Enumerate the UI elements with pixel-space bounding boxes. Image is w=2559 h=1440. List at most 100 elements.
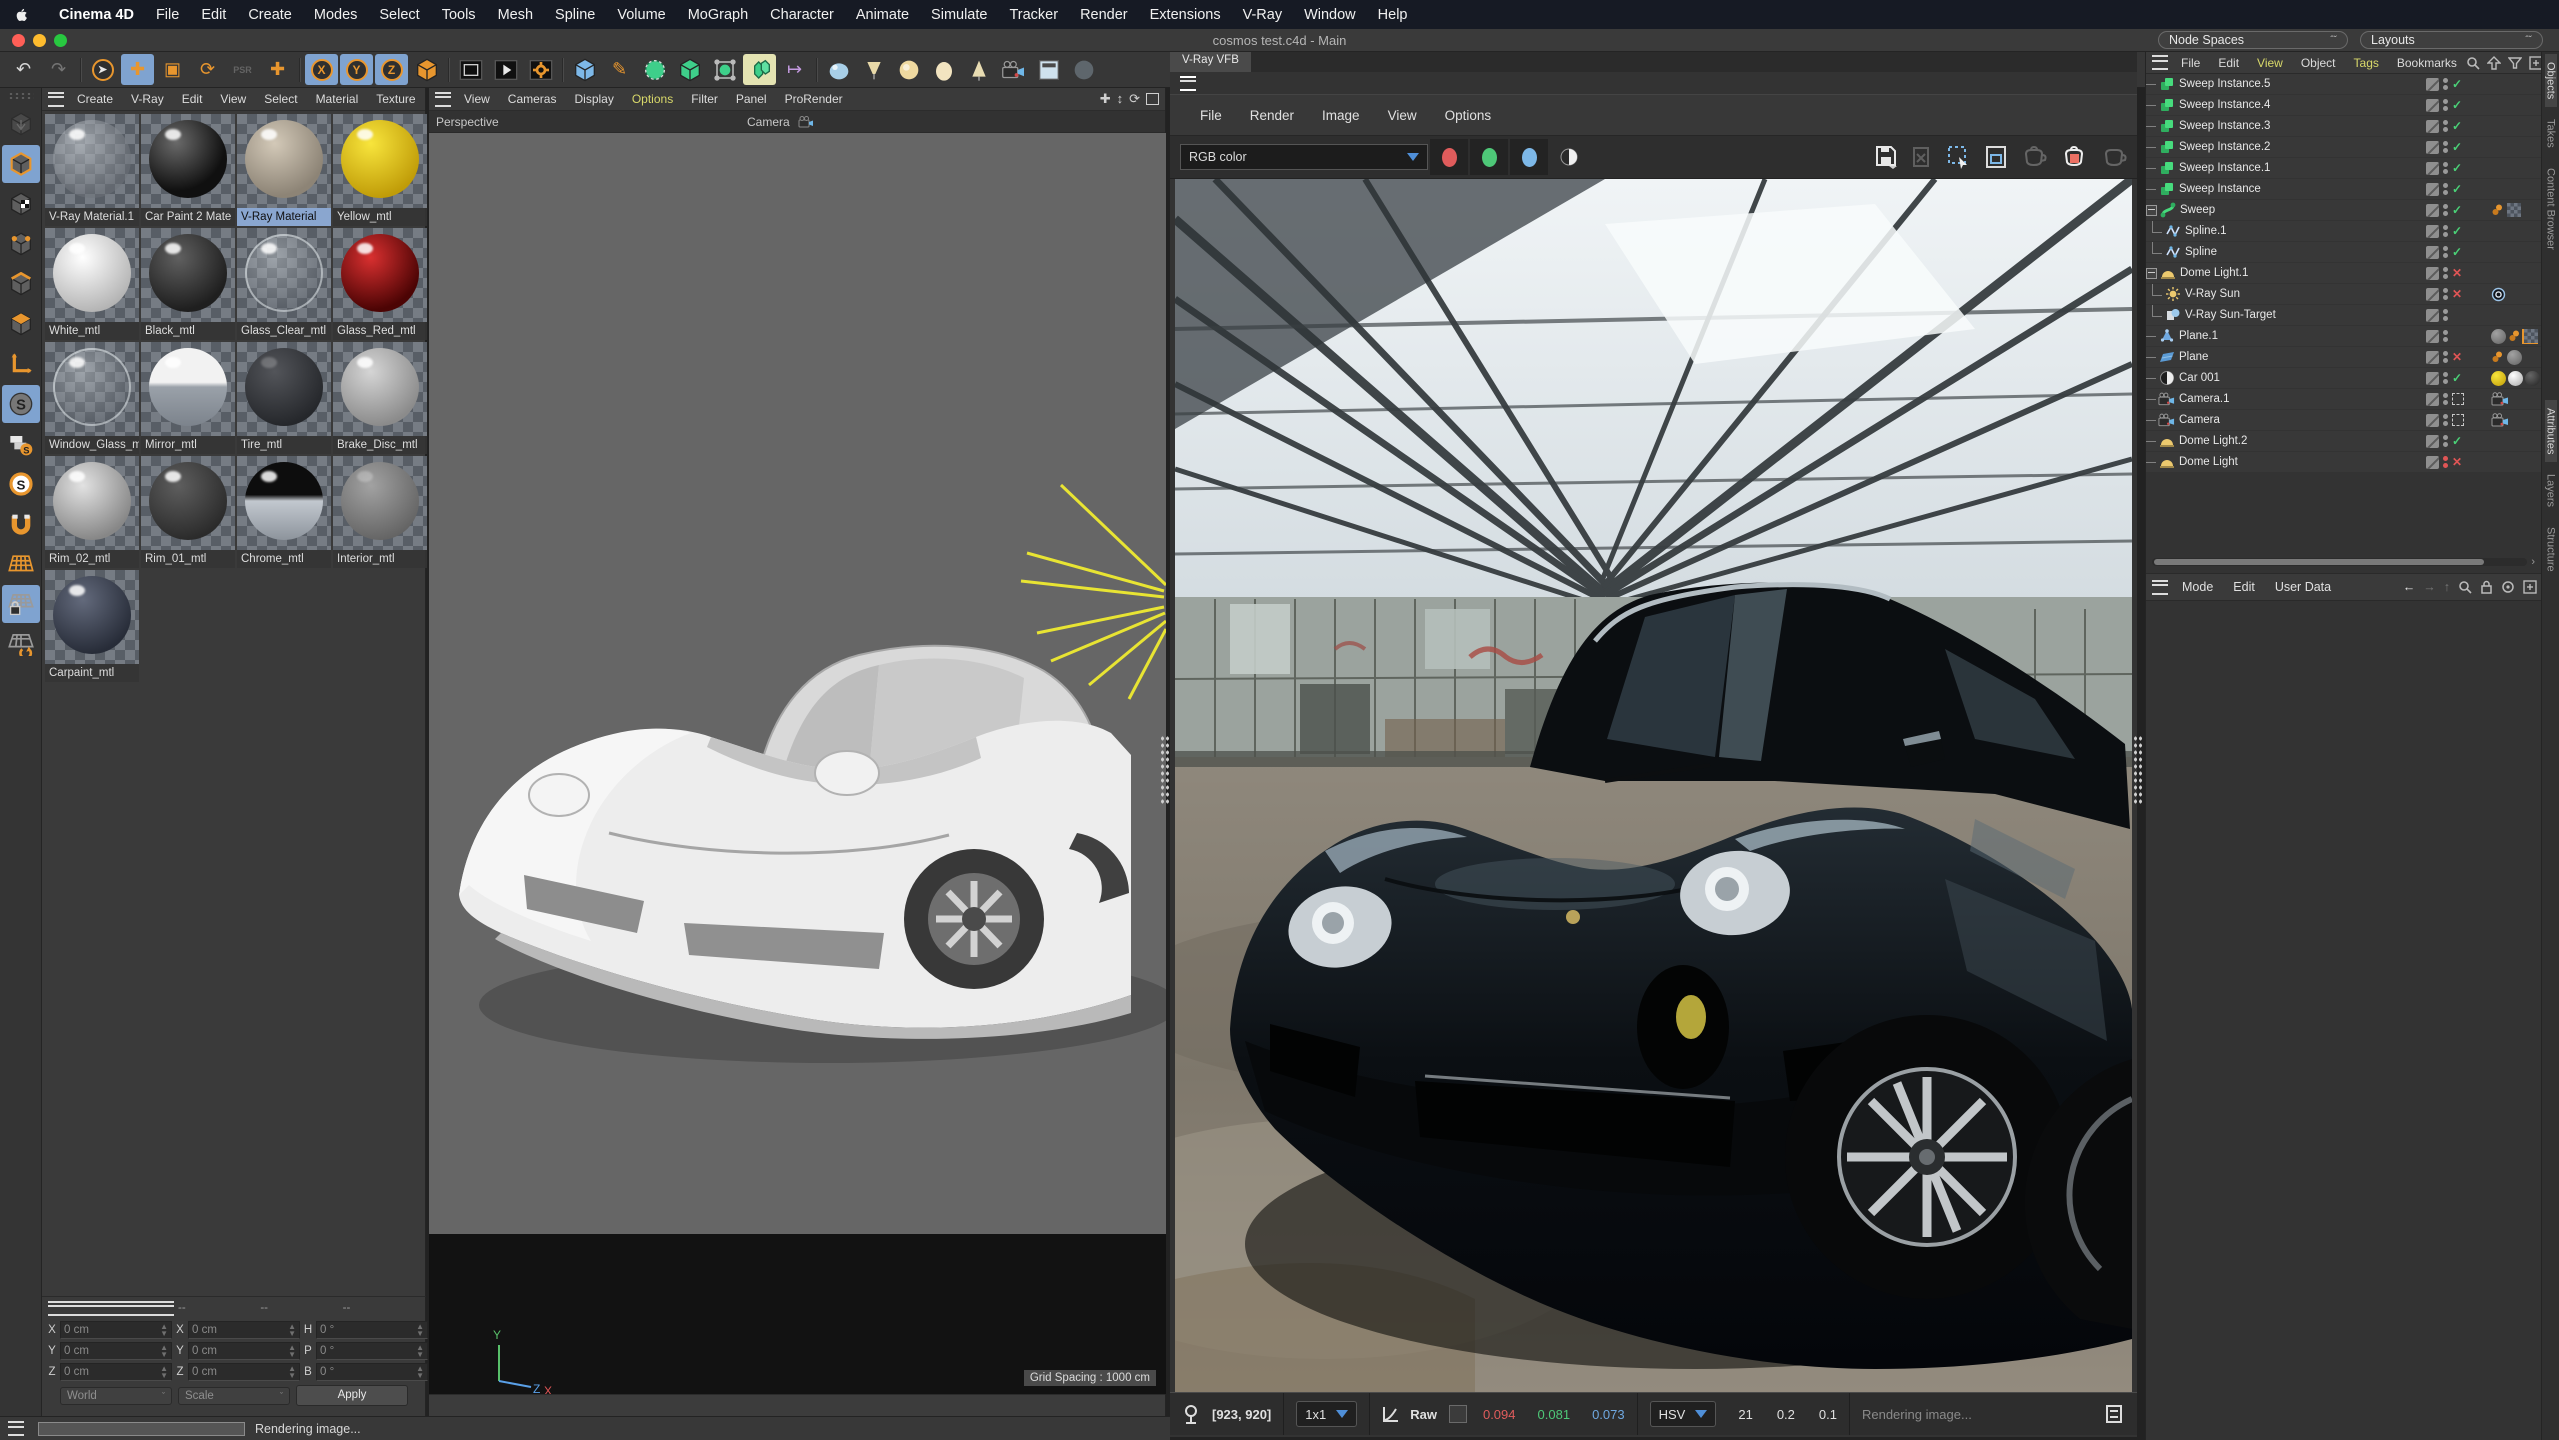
viewport-menu-view[interactable]: View [455, 92, 499, 106]
rotate-view-icon[interactable]: ⟳ [1129, 91, 1140, 107]
mono-channel-button[interactable] [1550, 139, 1588, 175]
object-name[interactable]: Plane [2179, 351, 2208, 363]
object-row[interactable]: V-Ray Sun✕ [2146, 284, 2541, 305]
hamburger-icon[interactable] [2152, 55, 2168, 70]
spot-light-icon[interactable] [962, 54, 995, 85]
material-thumbnail[interactable] [237, 228, 331, 322]
view-name[interactable]: Perspective [429, 115, 499, 129]
hamburger-icon[interactable] [48, 1301, 174, 1316]
enabled-check-icon[interactable]: ✓ [2452, 140, 2464, 154]
menu-tools[interactable]: Tools [431, 7, 487, 23]
hamburger-icon[interactable] [2152, 580, 2168, 595]
object-row[interactable]: Sweep Instance.3✓ [2146, 116, 2541, 137]
menu-modes[interactable]: Modes [303, 7, 369, 23]
disabled-x-icon[interactable]: ✕ [2452, 350, 2464, 364]
material-item[interactable]: Carpaint_mtl [45, 570, 139, 682]
vfb-menu-options[interactable]: Options [1431, 108, 1506, 123]
object-name[interactable]: Sweep Instance.4 [2179, 99, 2270, 111]
om-menu-bookmarks[interactable]: Bookmarks [2388, 56, 2466, 70]
material-item[interactable]: Glass_Red_mtl [333, 228, 427, 340]
visibility-dots[interactable] [2443, 309, 2448, 322]
material-thumbnail[interactable] [141, 228, 235, 322]
visibility-dots[interactable] [2443, 246, 2448, 259]
point-mode-icon[interactable] [2, 225, 40, 263]
render-icon[interactable] [2101, 146, 2127, 168]
object-name[interactable]: Car 001 [2179, 372, 2220, 384]
side-tab-objects[interactable]: Objects [2545, 54, 2557, 107]
phong-tag[interactable] [2491, 350, 2505, 364]
layer-toggle[interactable] [2426, 267, 2439, 280]
material-item[interactable]: Yellow_mtl [333, 114, 427, 226]
object-row[interactable]: Camera.1 [2146, 389, 2541, 410]
side-tab-takes[interactable]: Takes [2545, 111, 2557, 156]
render-settings-icon[interactable] [524, 54, 557, 85]
coord-value-field[interactable]: 0 cm▲▼ [60, 1363, 172, 1381]
physical-sky-icon[interactable] [1067, 54, 1100, 85]
om-menu-edit[interactable]: Edit [2209, 56, 2248, 70]
attr-menu-user-data[interactable]: User Data [2265, 580, 2341, 594]
side-tab-structure[interactable]: Structure [2545, 519, 2557, 580]
coord-value-field[interactable]: 0 cm▲▼ [60, 1321, 172, 1339]
material-item[interactable]: V-Ray Material [237, 114, 331, 226]
visibility-dots[interactable] [2443, 120, 2448, 133]
maximize-view-icon[interactable] [1146, 93, 1159, 105]
enable-snap-icon[interactable]: S [2, 465, 40, 503]
pen-spline-icon[interactable]: ✎ [603, 54, 636, 85]
material-thumbnail[interactable] [237, 456, 331, 550]
layer-toggle[interactable] [2426, 330, 2439, 343]
material-item[interactable]: Glass_Clear_mtl [237, 228, 331, 340]
colorspace-dropdown[interactable]: HSV [1650, 1401, 1717, 1427]
material-name[interactable]: Glass_Clear_mtl [237, 322, 331, 340]
expand-toggle[interactable] [2146, 268, 2157, 279]
transform-mode-dropdown[interactable]: Scaleˇ [178, 1387, 290, 1405]
menu-window[interactable]: Window [1293, 7, 1367, 23]
menu-v-ray[interactable]: V-Ray [1232, 7, 1294, 23]
visibility-dots[interactable] [2443, 351, 2448, 364]
enabled-check-icon[interactable]: ✓ [2452, 98, 2464, 112]
material-thumbnail[interactable] [45, 570, 139, 664]
instance-object-icon[interactable] [673, 54, 706, 85]
menu-spline[interactable]: Spline [544, 7, 606, 23]
coord-value-field[interactable]: 0 °▲▼ [316, 1342, 428, 1360]
menu-app-name[interactable]: Cinema 4D [48, 7, 145, 23]
object-name[interactable]: V-Ray Sun-Target [2185, 309, 2276, 321]
camera-tag[interactable] [2491, 392, 2509, 406]
coord-value-field[interactable]: 0 °▲▼ [316, 1321, 428, 1339]
pan-view-icon[interactable]: ✚ [1100, 91, 1111, 107]
layer-toggle[interactable] [2426, 141, 2439, 154]
viewport-menu-panel[interactable]: Panel [727, 92, 776, 106]
material-thumbnail[interactable] [333, 114, 427, 208]
layer-toggle[interactable] [2426, 309, 2439, 322]
hamburger-icon[interactable] [8, 1421, 24, 1436]
lock-x-axis-icon[interactable]: X [305, 54, 338, 85]
object-row[interactable]: Sweep Instance.2✓ [2146, 137, 2541, 158]
visibility-dots[interactable] [2443, 162, 2448, 175]
menu-edit[interactable]: Edit [190, 7, 237, 23]
layer-toggle[interactable] [2426, 204, 2439, 217]
side-tab-attributes[interactable]: Attributes [2545, 400, 2557, 462]
view-panel-icon[interactable] [1032, 54, 1065, 85]
om-menu-tags[interactable]: Tags [2345, 56, 2388, 70]
object-row[interactable]: Sweep Instance✓ [2146, 179, 2541, 200]
object-row[interactable]: Sweep Instance.4 ✓ [2146, 95, 2541, 116]
disabled-x-icon[interactable]: ✕ [2452, 266, 2464, 280]
palette-grip[interactable] [8, 92, 34, 100]
add-icon[interactable] [2523, 580, 2537, 594]
render-view-icon[interactable] [454, 54, 487, 85]
layer-toggle[interactable] [2426, 99, 2439, 112]
pixel-picker-icon[interactable] [1182, 1404, 1200, 1424]
material-thumbnail[interactable] [141, 114, 235, 208]
enabled-check-icon[interactable]: ✓ [2452, 224, 2464, 238]
visibility-dots[interactable] [2443, 225, 2448, 238]
enabled-check-icon[interactable]: ✓ [2452, 434, 2464, 448]
menu-mesh[interactable]: Mesh [487, 7, 544, 23]
model-mode-icon[interactable] [2, 145, 40, 183]
right-splitter-handle[interactable] [2133, 735, 2143, 805]
object-name[interactable]: Dome Light.1 [2180, 267, 2248, 279]
subdivision-surface-icon[interactable] [638, 54, 671, 85]
om-menu-view[interactable]: View [2248, 56, 2292, 70]
camera-tag[interactable] [2491, 413, 2509, 427]
attr-menu-mode[interactable]: Mode [2172, 580, 2223, 594]
layer-toggle[interactable] [2426, 288, 2439, 301]
curve-icon[interactable] [1382, 1405, 1400, 1423]
